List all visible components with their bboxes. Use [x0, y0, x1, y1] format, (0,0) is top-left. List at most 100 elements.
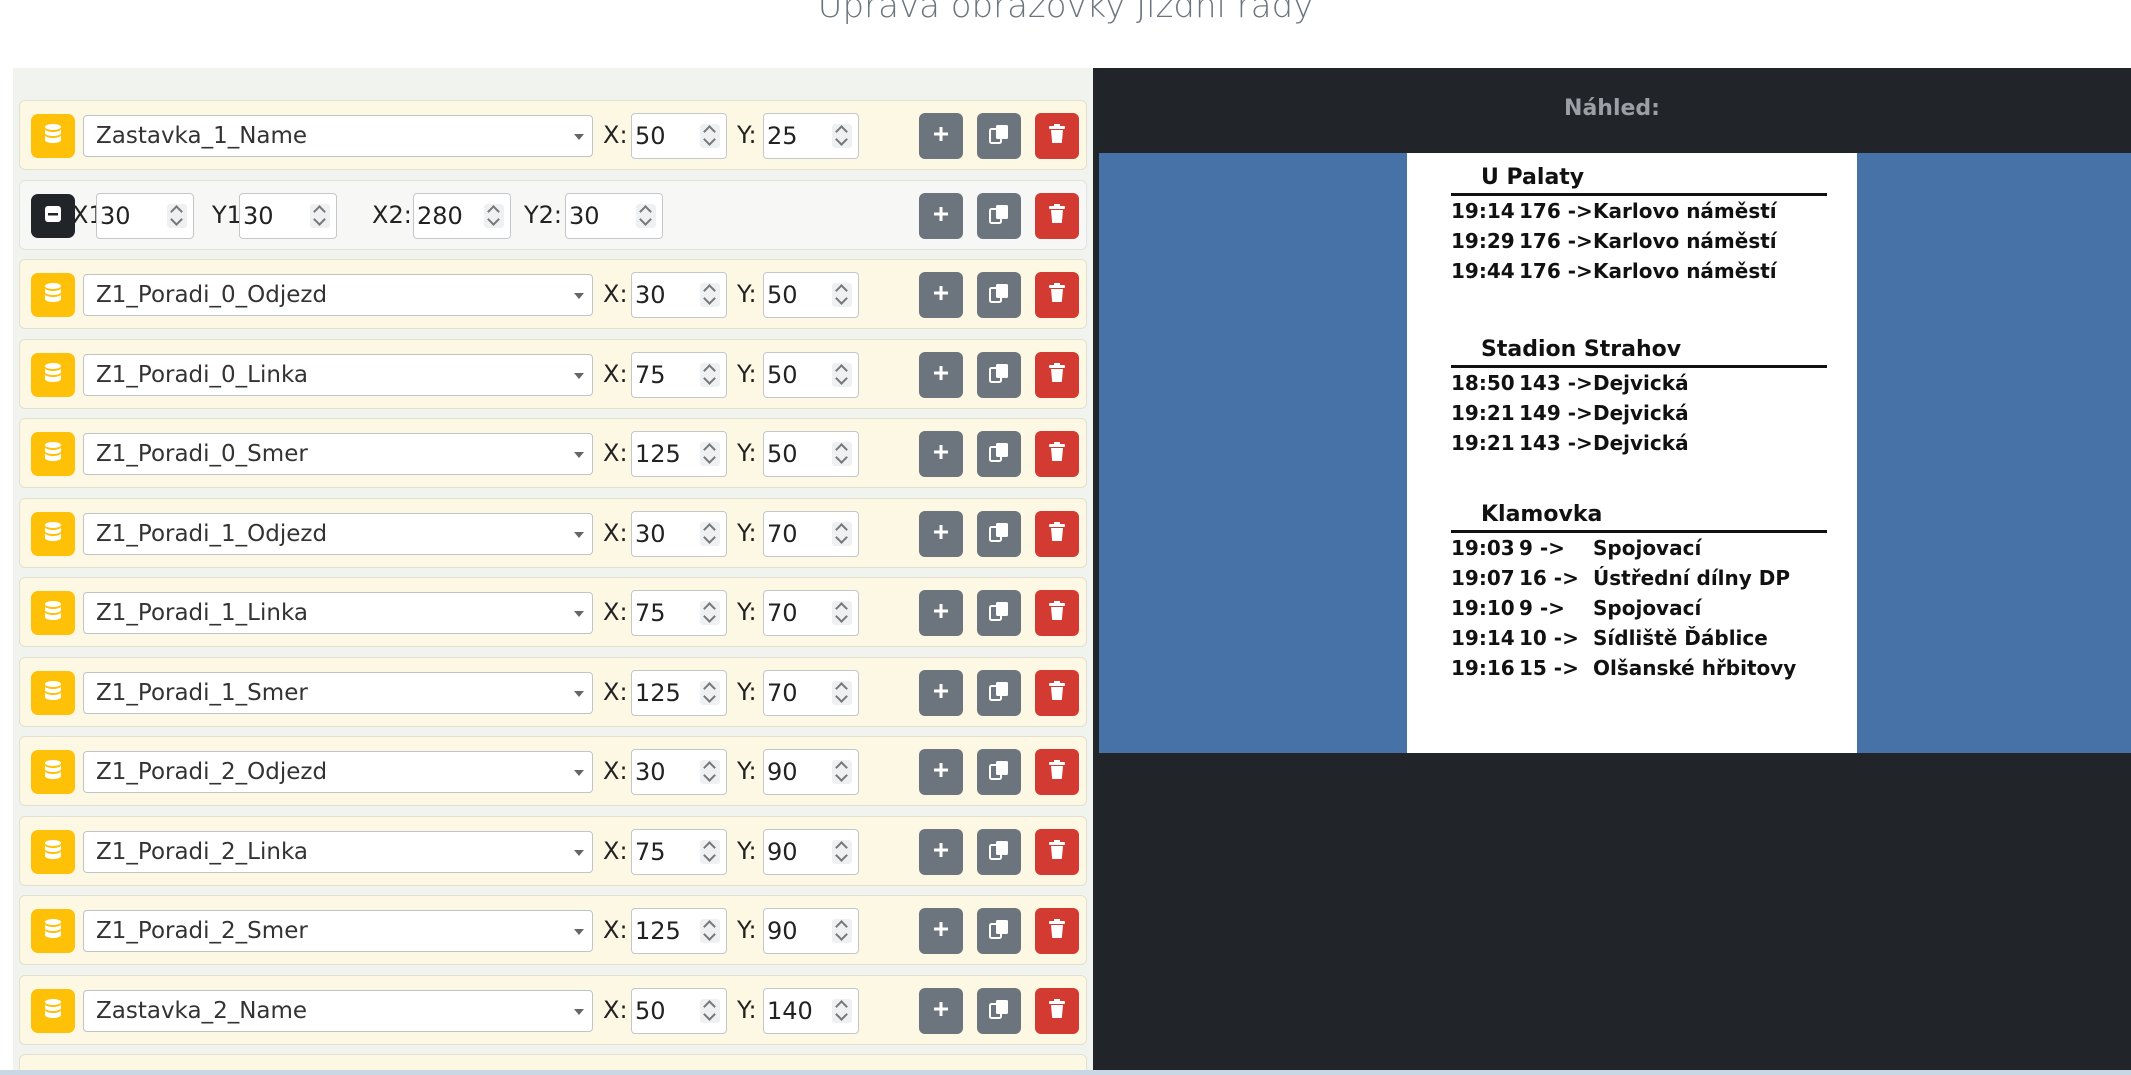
delete-button[interactable] — [1035, 828, 1079, 875]
x-input[interactable]: 30 — [631, 272, 727, 318]
y-input[interactable]: 70 — [763, 590, 859, 636]
y-input[interactable]: 25 — [763, 113, 859, 159]
duplicate-button[interactable] — [977, 272, 1021, 318]
delete-button[interactable] — [1035, 113, 1079, 159]
delete-button[interactable] — [1035, 431, 1079, 477]
duplicate-button[interactable] — [977, 431, 1021, 477]
spinner-icon[interactable] — [832, 362, 852, 387]
field-select[interactable]: Z1_Poradi_2_Odjezd — [83, 751, 593, 793]
add-button[interactable] — [919, 510, 963, 557]
x-input[interactable]: 30 — [631, 510, 727, 557]
delete-button[interactable] — [1035, 590, 1079, 636]
duplicate-button[interactable] — [977, 828, 1021, 875]
y1-input[interactable]: 30 — [239, 192, 337, 239]
spinner-icon[interactable] — [832, 283, 852, 307]
delete-button[interactable] — [1035, 987, 1079, 1034]
y-input[interactable]: 50 — [763, 272, 859, 318]
x1-input[interactable]: 30 — [96, 192, 194, 239]
spinner-icon[interactable] — [636, 203, 656, 228]
field-select[interactable]: Z1_Poradi_1_Smer — [83, 671, 593, 714]
y2-input[interactable]: 30 — [565, 192, 663, 239]
spinner-icon[interactable] — [832, 601, 852, 625]
spinner-icon[interactable] — [832, 760, 852, 784]
y-input[interactable]: 90 — [763, 749, 859, 795]
spinner-icon[interactable] — [700, 839, 720, 864]
spinner-icon[interactable] — [700, 283, 720, 307]
delete-button[interactable] — [1035, 351, 1079, 398]
y-input[interactable]: 70 — [763, 510, 859, 557]
spinner-icon[interactable] — [832, 124, 852, 148]
delete-button[interactable] — [1035, 272, 1079, 318]
add-button[interactable] — [919, 987, 963, 1034]
spinner-icon[interactable] — [832, 442, 852, 466]
spinner-icon[interactable] — [484, 203, 504, 228]
add-button[interactable] — [919, 431, 963, 477]
duplicate-button[interactable] — [977, 669, 1021, 716]
spinner-icon[interactable] — [700, 998, 720, 1023]
delete-button[interactable] — [1035, 510, 1079, 557]
duplicate-button[interactable] — [977, 749, 1021, 795]
spinner-icon[interactable] — [310, 203, 330, 228]
spinner-icon[interactable] — [700, 124, 720, 148]
data-field-type-button[interactable] — [31, 988, 75, 1033]
data-field-type-button[interactable] — [31, 352, 75, 397]
field-select[interactable]: Z1_Poradi_0_Linka — [83, 353, 593, 396]
x-input[interactable]: 75 — [631, 351, 727, 398]
spinner-icon[interactable] — [832, 839, 852, 864]
field-select[interactable]: Zastavka_2_Name — [83, 989, 593, 1032]
delete-button[interactable] — [1035, 669, 1079, 716]
duplicate-button[interactable] — [977, 113, 1021, 159]
add-button[interactable] — [919, 192, 963, 239]
add-button[interactable] — [919, 669, 963, 716]
y-input[interactable]: 140 — [763, 987, 859, 1034]
add-button[interactable] — [919, 749, 963, 795]
data-field-type-button[interactable] — [31, 432, 75, 476]
x2-input[interactable]: 280 — [413, 192, 511, 239]
line-type-button[interactable] — [31, 193, 75, 238]
field-select[interactable]: Z1_Poradi_2_Linka — [83, 830, 593, 873]
x-input[interactable]: 50 — [631, 987, 727, 1034]
data-field-type-button[interactable] — [31, 829, 75, 874]
x-input[interactable]: 50 — [631, 113, 727, 159]
x-input[interactable]: 75 — [631, 590, 727, 636]
field-select[interactable]: Z1_Poradi_0_Smer — [83, 433, 593, 475]
spinner-icon[interactable] — [700, 442, 720, 466]
add-button[interactable] — [919, 908, 963, 954]
y-input[interactable]: 50 — [763, 351, 859, 398]
spinner-icon[interactable] — [700, 919, 720, 943]
spinner-icon[interactable] — [167, 203, 187, 228]
field-select[interactable]: Z1_Poradi_1_Odjezd — [83, 512, 593, 555]
field-select[interactable]: Z1_Poradi_0_Odjezd — [83, 274, 593, 316]
add-button[interactable] — [919, 590, 963, 636]
add-button[interactable] — [919, 113, 963, 159]
duplicate-button[interactable] — [977, 987, 1021, 1034]
field-select[interactable]: Z1_Poradi_1_Linka — [83, 592, 593, 634]
data-field-type-button[interactable] — [31, 670, 75, 715]
spinner-icon[interactable] — [832, 919, 852, 943]
data-field-type-button[interactable] — [31, 511, 75, 556]
delete-button[interactable] — [1035, 908, 1079, 954]
data-field-type-button[interactable] — [31, 273, 75, 317]
y-input[interactable]: 90 — [763, 828, 859, 875]
data-field-type-button[interactable] — [31, 591, 75, 635]
spinner-icon[interactable] — [700, 601, 720, 625]
y-input[interactable]: 90 — [763, 908, 859, 954]
duplicate-button[interactable] — [977, 908, 1021, 954]
field-select[interactable]: Z1_Poradi_2_Smer — [83, 910, 593, 952]
x-input[interactable]: 75 — [631, 828, 727, 875]
add-button[interactable] — [919, 272, 963, 318]
field-select[interactable]: Zastavka_1_Name — [83, 115, 593, 157]
spinner-icon[interactable] — [700, 362, 720, 387]
x-input[interactable]: 125 — [631, 431, 727, 477]
data-field-type-button[interactable] — [31, 750, 75, 794]
spinner-icon[interactable] — [832, 998, 852, 1023]
x-input[interactable]: 125 — [631, 908, 727, 954]
duplicate-button[interactable] — [977, 590, 1021, 636]
spinner-icon[interactable] — [700, 521, 720, 546]
x-input[interactable]: 125 — [631, 669, 727, 716]
spinner-icon[interactable] — [700, 760, 720, 784]
y-input[interactable]: 50 — [763, 431, 859, 477]
spinner-icon[interactable] — [832, 680, 852, 705]
spinner-icon[interactable] — [700, 680, 720, 705]
y-input[interactable]: 70 — [763, 669, 859, 716]
